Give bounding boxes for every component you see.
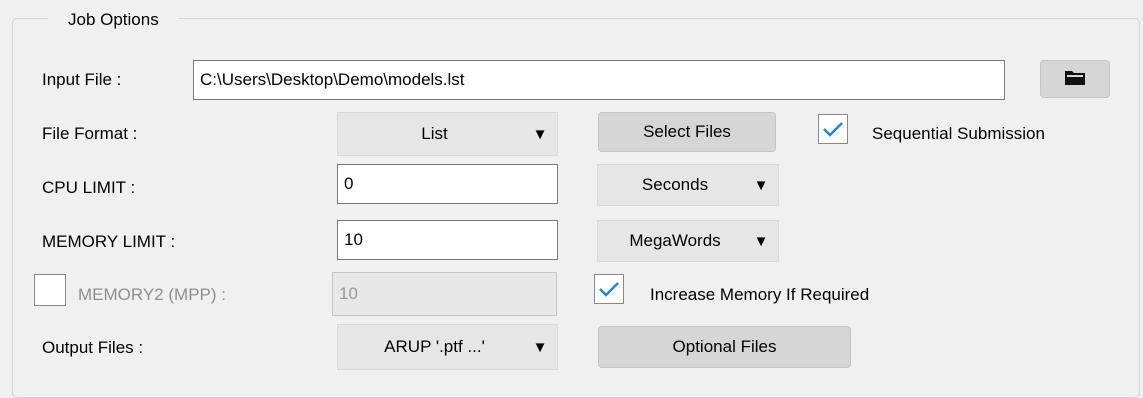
dropdown-arrow-icon: ▼ [532, 125, 548, 143]
file-format-value: List [421, 124, 448, 143]
cpu-limit-unit-dropdown[interactable]: Seconds ▼ [597, 164, 779, 206]
memory2-field: 10 [332, 272, 557, 316]
input-file-label: Input File : [42, 70, 122, 89]
file-format-dropdown[interactable]: List ▼ [337, 112, 558, 156]
increase-memory-label: Increase Memory If Required [650, 285, 870, 304]
select-files-button[interactable]: Select Files [598, 112, 776, 152]
dropdown-arrow-icon: ▼ [532, 338, 548, 356]
output-files-value: ARUP '.ptf ...' [384, 337, 485, 356]
memory-limit-label: MEMORY LIMIT : [42, 232, 176, 251]
cpu-limit-unit-value: Seconds [641, 175, 709, 194]
output-files-dropdown[interactable]: ARUP '.ptf ...' ▼ [337, 324, 558, 370]
file-format-label: File Format : [42, 124, 138, 143]
optional-files-button[interactable]: Optional Files [598, 326, 851, 368]
cpu-limit-label: CPU LIMIT : [42, 178, 136, 197]
checkmark-icon [823, 122, 843, 137]
memory-limit-field[interactable]: 10 [337, 220, 558, 260]
group-title: Job Options [48, 10, 179, 30]
output-files-label: Output Files : [42, 338, 144, 357]
browse-button[interactable] [1040, 60, 1110, 98]
folder-icon [1064, 68, 1086, 91]
sequential-submission-checkbox[interactable] [818, 114, 848, 144]
sequential-submission-label: Sequential Submission [872, 124, 1045, 143]
memory2-label: MEMORY2 (MPP) : [78, 285, 226, 304]
memory2-checkbox[interactable] [34, 274, 66, 306]
dropdown-arrow-icon: ▼ [753, 232, 769, 250]
increase-memory-checkbox[interactable] [594, 274, 624, 304]
memory-limit-unit-dropdown[interactable]: MegaWords ▼ [597, 220, 779, 262]
checkmark-icon [599, 282, 619, 297]
memory-limit-unit-value: MegaWords [629, 231, 721, 250]
input-file-field[interactable]: C:\Users\Desktop\Demo\models.lst [193, 60, 1005, 100]
dropdown-arrow-icon: ▼ [753, 176, 769, 194]
cpu-limit-field[interactable]: 0 [337, 164, 558, 204]
